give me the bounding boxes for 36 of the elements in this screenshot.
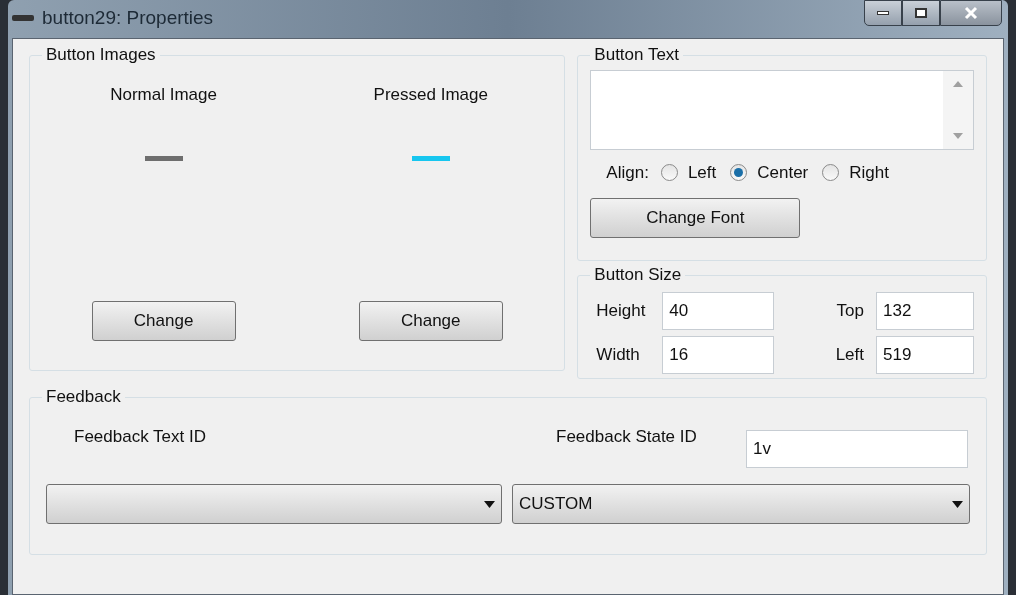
text-id-dropdown[interactable] bbox=[46, 484, 502, 524]
close-icon bbox=[964, 6, 978, 20]
window-title: button29: Properties bbox=[42, 5, 214, 30]
size-input[interactable]: 16 bbox=[662, 336, 775, 374]
feedback-state-id-label: Feedback State ID bbox=[555, 426, 698, 448]
feedback-text-id-label: Feedback Text ID bbox=[73, 426, 207, 448]
line-image-preview bbox=[144, 155, 183, 161]
size-input[interactable]: 132 bbox=[876, 292, 974, 330]
change-button[interactable]: Change bbox=[91, 300, 236, 341]
line-image-preview bbox=[411, 155, 450, 161]
image-label: Normal Image bbox=[110, 84, 217, 106]
scroll-up-icon[interactable] bbox=[953, 81, 963, 87]
change-font-button[interactable]: Change Font bbox=[590, 197, 801, 238]
state-dropdown[interactable]: CUSTOM bbox=[512, 484, 970, 524]
scrollbar[interactable] bbox=[943, 71, 973, 149]
image-label: Pressed Image bbox=[373, 84, 488, 106]
caret-icon bbox=[484, 500, 495, 508]
size-input[interactable]: 40 bbox=[662, 292, 775, 330]
size-label: Height bbox=[595, 300, 647, 323]
maximize-button[interactable] bbox=[902, 0, 940, 26]
size-label: Top bbox=[835, 300, 864, 323]
align-label: Align: bbox=[606, 162, 649, 184]
app-icon bbox=[12, 15, 34, 21]
align-radio[interactable]: Center bbox=[730, 160, 809, 186]
caret-icon bbox=[952, 500, 963, 508]
change-button[interactable]: Change bbox=[358, 300, 503, 341]
group-title: Button Images bbox=[42, 45, 160, 65]
size-input[interactable]: 519 bbox=[876, 336, 974, 374]
align-radio[interactable]: Right bbox=[822, 160, 889, 186]
scroll-down-icon[interactable] bbox=[953, 133, 963, 139]
close-button[interactable] bbox=[940, 0, 1002, 26]
size-label: Width bbox=[595, 344, 641, 367]
size-label: Left bbox=[834, 344, 864, 367]
state-id-input[interactable]: 1v bbox=[746, 430, 968, 468]
align-radio[interactable]: Left bbox=[660, 160, 717, 186]
minimize-button[interactable] bbox=[864, 0, 902, 26]
